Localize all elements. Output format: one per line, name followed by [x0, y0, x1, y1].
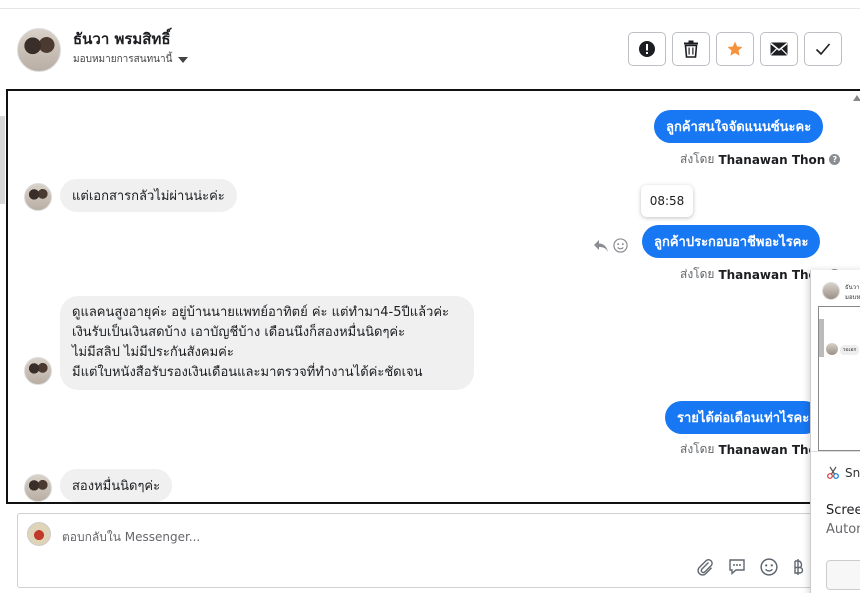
notification-title: Screer [826, 503, 860, 518]
preview-assign-text: มอบห [845, 294, 860, 301]
preview-sender-avatar [826, 343, 838, 355]
sent-by-prefix: ส่งโดย [680, 442, 715, 456]
reply-icon[interactable] [593, 239, 609, 253]
notification-body: Auton [826, 522, 860, 537]
snip-label: Sn [845, 466, 860, 480]
notification-button[interactable] [826, 560, 860, 590]
done-button[interactable] [804, 32, 842, 66]
message-bubble-outgoing[interactable]: รายได้ต่อเดือนเท่าไรคะ [665, 401, 822, 434]
message-bubble-outgoing[interactable]: ลูกค้าสนใจจัดแนนซ์นะคะ [654, 110, 824, 143]
sender-avatar[interactable] [24, 474, 52, 502]
sender-name: Thanawan Thon [718, 152, 826, 167]
timestamp-tooltip: 08:58 [641, 185, 693, 217]
message-text: ลูกค้าประกอบอาชีพอะไรคะ [654, 235, 809, 250]
exclamation-icon [639, 41, 655, 57]
star-button[interactable] [716, 32, 754, 66]
message-bubble-incoming[interactable]: แต่เอกสารกลัวไม่ผ่านน่ะค่ะ [60, 179, 237, 212]
star-icon [727, 41, 743, 56]
preview-scrollbar[interactable] [819, 319, 824, 357]
contact-name[interactable]: ธันวา พรมสิทธิ์ [73, 27, 171, 51]
check-icon [815, 43, 831, 56]
saved-reply-icon[interactable] [728, 558, 746, 576]
message-hover-actions [593, 238, 628, 253]
preview-message: รอเอก [840, 345, 860, 355]
reply-input[interactable]: ตอบกลับใน Messenger... [62, 528, 200, 547]
mark-unread-button[interactable] [760, 32, 798, 66]
message-text: รายได้ต่อเดือนเท่าไรคะ [677, 411, 810, 426]
report-button[interactable] [628, 32, 666, 66]
preview-avatar [822, 282, 840, 300]
emoji-icon[interactable] [760, 558, 778, 576]
top-strip [0, 0, 860, 9]
message-bubble-incoming[interactable]: สองหมื่นนิดๆค่ะ [60, 469, 173, 502]
delete-button[interactable] [672, 32, 710, 66]
sent-by-prefix: ส่งโดย [680, 267, 715, 281]
envelope-icon [770, 42, 788, 56]
message-line: ไม่มีสลิป ไม่มีประกันสังคมค่ะ [72, 345, 234, 360]
assign-dropdown[interactable]: มอบหมายการสนทนานี้ [73, 52, 189, 67]
preview-name: ธันวา มอบห [845, 282, 860, 302]
preview-name-text: ธันวา [845, 284, 860, 291]
message-text: แต่เอกสารกลัวไม่ผ่านน่ะค่ะ [72, 189, 225, 204]
divider [811, 451, 860, 452]
header-actions [628, 32, 842, 66]
contact-avatar[interactable] [17, 28, 61, 72]
message-bubble-incoming[interactable]: ดูแลคนสูงอายุค่ะ อยู่บ้านนายแพทย์อาทิตย์… [60, 296, 474, 390]
page-avatar [27, 522, 51, 546]
message-text: ลูกค้าสนใจจัดแนนซ์นะคะ [666, 120, 812, 135]
payment-icon[interactable] [792, 558, 804, 576]
snip-item[interactable]: Sn [826, 466, 860, 480]
caret-down-icon [178, 56, 189, 63]
sent-by-label: ส่งโดย Thanawan Thon ? [680, 150, 841, 169]
message-line: เงินรับเป็นเงินสดบ้าง เอาบัญชีบ้าง เดือน… [72, 325, 406, 340]
assign-label: มอบหมายการสนทนานี้ [73, 54, 173, 65]
message-line: ดูแลคนสูงอายุค่ะ อยู่บ้านนายแพทย์อาทิตย์… [72, 305, 450, 320]
composer-toolbar [696, 558, 804, 576]
trash-icon [684, 40, 698, 58]
timestamp-text: 08:58 [649, 194, 685, 208]
preview-conversation: รอเอก [818, 306, 860, 451]
floating-preview-panel[interactable]: ธันวา มอบห รอเอก Sn Screer Auton [810, 270, 860, 593]
sender-avatar[interactable] [24, 183, 52, 211]
sent-by-prefix: ส่งโดย [680, 152, 715, 166]
attachment-icon[interactable] [696, 558, 714, 576]
left-scrollbar[interactable] [0, 116, 5, 204]
message-line: มีแต่ใบหนังสือรับรองเงินเดือนและมาตรวจที… [72, 365, 423, 380]
sender-avatar[interactable] [24, 357, 52, 385]
emoji-reaction-icon[interactable] [613, 238, 628, 253]
sent-by-label: ส่งโดย Thanawan Thon [680, 440, 825, 459]
scroll-up-arrow[interactable] [853, 95, 860, 101]
reply-composer[interactable]: ตอบกลับใน Messenger... [17, 513, 817, 588]
conversation-panel: ลูกค้าสนใจจัดแนนซ์นะคะ ส่งโดย Thanawan T… [6, 89, 860, 504]
message-bubble-outgoing[interactable]: ลูกค้าประกอบอาชีพอะไรคะ [642, 225, 821, 258]
message-text: สองหมื่นนิดๆค่ะ [72, 479, 161, 494]
snip-tool-icon [827, 466, 839, 479]
help-icon[interactable]: ? [829, 154, 841, 165]
conversation-header: ธันวา พรมสิทธิ์ มอบหมายการสนทนานี้ [0, 10, 860, 90]
